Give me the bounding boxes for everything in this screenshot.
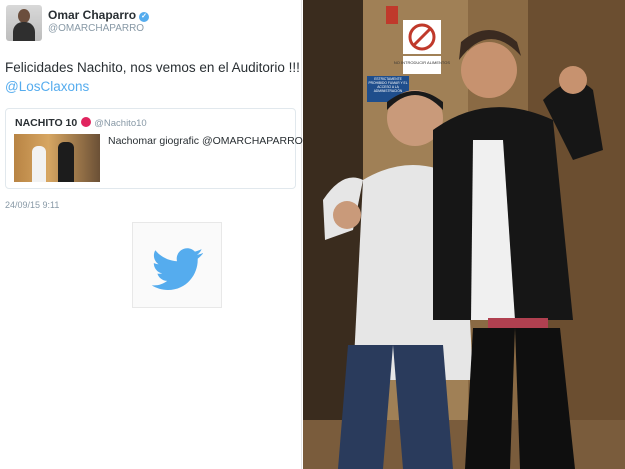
quoted-photo-thumbnail[interactable] bbox=[14, 134, 100, 182]
quoted-author[interactable]: NACHITO 10 @Nachito10 bbox=[15, 117, 147, 129]
photo-panel[interactable]: NO INTRODUCIR ALIMENTOS ESTRICTAMENTE PR… bbox=[303, 0, 625, 469]
thumb-person-left bbox=[32, 146, 46, 182]
verified-badge-icon: ✓ bbox=[139, 12, 150, 22]
thumb-person-right bbox=[58, 142, 74, 182]
photo-sign-text: NO INTRODUCIR ALIMENTOS bbox=[394, 60, 450, 65]
quoted-author-handle: @Nachito10 bbox=[94, 118, 147, 129]
author-name-text: Omar Chaparro bbox=[48, 8, 137, 22]
tweet-panel: Omar Chaparro ✓ @OMARCHAPARRO Felicidades… bbox=[0, 0, 303, 469]
photo-sign-left-text: ESTRICTAMENTE PROHIBIDO FUMAR Y EL ACCES… bbox=[368, 77, 408, 93]
avatar[interactable] bbox=[6, 5, 42, 41]
tweet-timestamp[interactable]: 24/09/15 9:11 bbox=[5, 200, 59, 210]
tweet-body: Felicidades Nachito, nos vemos en el Aud… bbox=[5, 60, 300, 75]
quoted-author-name: NACHITO 10 bbox=[15, 117, 78, 129]
quoted-tweet-card[interactable]: NACHITO 10 @Nachito10 Nachomar giografic … bbox=[5, 108, 303, 189]
mention-link[interactable]: @LosClaxons bbox=[5, 77, 301, 96]
twitter-bird-icon bbox=[151, 248, 203, 290]
photo-illustration: NO INTRODUCIR ALIMENTOS ESTRICTAMENTE PR… bbox=[303, 0, 625, 469]
avatar-body bbox=[13, 22, 35, 41]
avatar-badge-icon bbox=[81, 117, 92, 127]
quoted-tweet-text: Nachomar giografic @OMARCHAPARRO bbox=[108, 135, 303, 147]
tweet-text: Felicidades Nachito, nos vemos en el Aud… bbox=[5, 58, 301, 96]
author-name[interactable]: Omar Chaparro ✓ bbox=[48, 8, 150, 22]
author-handle[interactable]: @OMARCHAPARRO bbox=[48, 23, 144, 34]
avatar-head bbox=[18, 9, 30, 23]
twitter-logo-box bbox=[132, 222, 222, 308]
tweet-header: Omar Chaparro ✓ @OMARCHAPARRO bbox=[6, 5, 296, 43]
